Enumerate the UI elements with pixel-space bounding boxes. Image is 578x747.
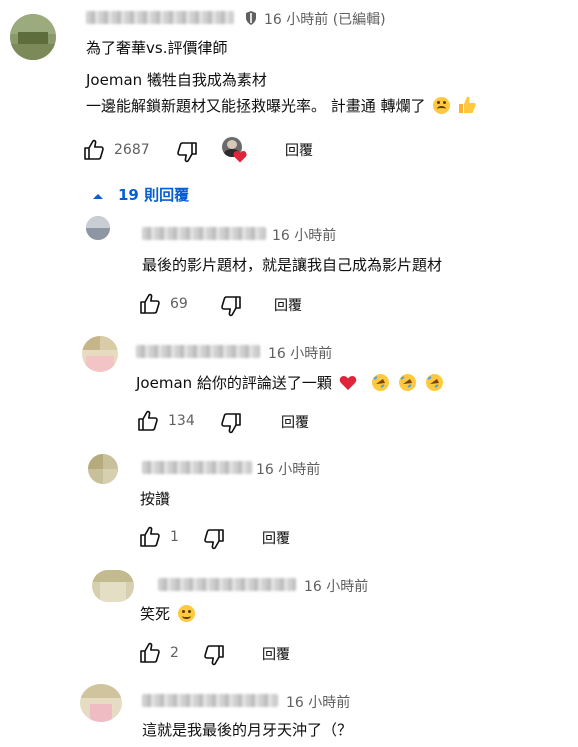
creator-heart-icon (233, 148, 247, 167)
reply-3-avatar[interactable] (88, 454, 118, 484)
reply-4-text: 笑死 (140, 605, 171, 623)
reply-2-author-name[interactable] (136, 345, 260, 358)
reply-4-author-name[interactable] (158, 578, 296, 591)
reply-4-like-count: 2 (170, 645, 179, 661)
reply-3-like-count: 1 (170, 529, 179, 545)
reply-2-text: Joeman 給你的評論送了一顆 (136, 374, 332, 392)
replies-toggle-button[interactable]: 19 則回覆 (92, 184, 189, 205)
dislike-icon (219, 411, 243, 435)
reply-4-dislike-button[interactable] (202, 643, 226, 667)
reply-1-text: 最後的影片題材，就是讓我自己成為影片題材 (142, 256, 443, 274)
commenter-name[interactable] (86, 11, 234, 24)
rofl-emoji-3 (425, 373, 444, 396)
reply-5-author-name[interactable] (142, 694, 278, 707)
creator-heart (222, 137, 252, 167)
pin-icon (244, 10, 258, 30)
reply-4-avatar[interactable] (92, 570, 134, 602)
comment-like-button[interactable]: 2687 (82, 138, 150, 162)
comment-timestamp: 16 小時前 (已編輯) (264, 12, 386, 28)
reply-5-text: 這就是我最後的月牙天沖了（？ (142, 721, 353, 739)
reply-3-author-name[interactable] (142, 461, 252, 474)
reply-5-timestamp: 16 小時前 (286, 695, 351, 711)
reply-3-like-button[interactable]: 1 (138, 525, 179, 549)
reply-1-avatar[interactable] (86, 216, 110, 240)
dislike-icon (219, 294, 243, 318)
reply-2-avatar[interactable] (82, 336, 118, 372)
comment-line-1: 為了奢華vs.評價律師 (86, 39, 228, 57)
reply-1-dislike-button[interactable] (219, 294, 243, 318)
dislike-icon (175, 140, 199, 164)
reply-4-timestamp: 16 小時前 (304, 579, 369, 595)
reply-3-reply-button[interactable]: 回覆 (262, 528, 290, 548)
upside-down-face-emoji (433, 97, 451, 114)
smile-emoji (177, 605, 195, 622)
comment-line-2: Joeman 犧牲自我成為素材 (86, 71, 267, 89)
chevron-up-icon (92, 186, 104, 204)
reply-1-like-count: 69 (170, 296, 188, 312)
comment-line-3: 一邊能解鎖新題材又能拯救曝光率。 計畫通 轉爛了 (86, 95, 477, 119)
comment-reply-button[interactable]: 回覆 (285, 140, 313, 160)
reply-2-dislike-button[interactable] (219, 411, 243, 435)
rofl-emoji-2 (398, 373, 417, 396)
comment-line-3-text: 一邊能解鎖新題材又能拯救曝光率。 計畫通 轉爛了 (86, 97, 426, 115)
dislike-icon (202, 527, 226, 551)
reply-4-line: 笑死 (140, 603, 195, 624)
reply-1-reply-button[interactable]: 回覆 (274, 295, 302, 315)
comment-dislike-button[interactable] (175, 140, 199, 164)
dislike-icon (202, 643, 226, 667)
reply-4-reply-button[interactable]: 回覆 (262, 644, 290, 664)
reply-1-timestamp: 16 小時前 (272, 228, 337, 244)
heart-emoji (339, 375, 357, 395)
replies-toggle-label: 19 則回覆 (118, 186, 190, 204)
like-icon (138, 525, 162, 549)
reply-2-line: Joeman 給你的評論送了一顆 (136, 372, 444, 396)
commenter-avatar[interactable] (10, 14, 56, 60)
reply-3-timestamp: 16 小時前 (256, 462, 321, 478)
reply-2-timestamp: 16 小時前 (268, 346, 333, 362)
like-icon (138, 292, 162, 316)
reply-1-author-name[interactable] (142, 227, 266, 240)
reply-3-text: 按讚 (140, 490, 171, 508)
like-icon (82, 138, 106, 162)
reply-1-like-button[interactable]: 69 (138, 292, 188, 316)
reply-2-reply-button[interactable]: 回覆 (281, 412, 309, 432)
like-icon (136, 409, 160, 433)
comment-like-count: 2687 (114, 142, 150, 158)
reply-5-avatar[interactable] (80, 684, 122, 722)
thumbs-up-emoji (457, 95, 477, 119)
reply-2-like-button[interactable]: 134 (136, 409, 195, 433)
like-icon (138, 641, 162, 665)
reply-2-like-count: 134 (168, 413, 195, 429)
reply-3-dislike-button[interactable] (202, 527, 226, 551)
rofl-emoji-1 (371, 373, 390, 396)
reply-4-like-button[interactable]: 2 (138, 641, 179, 665)
